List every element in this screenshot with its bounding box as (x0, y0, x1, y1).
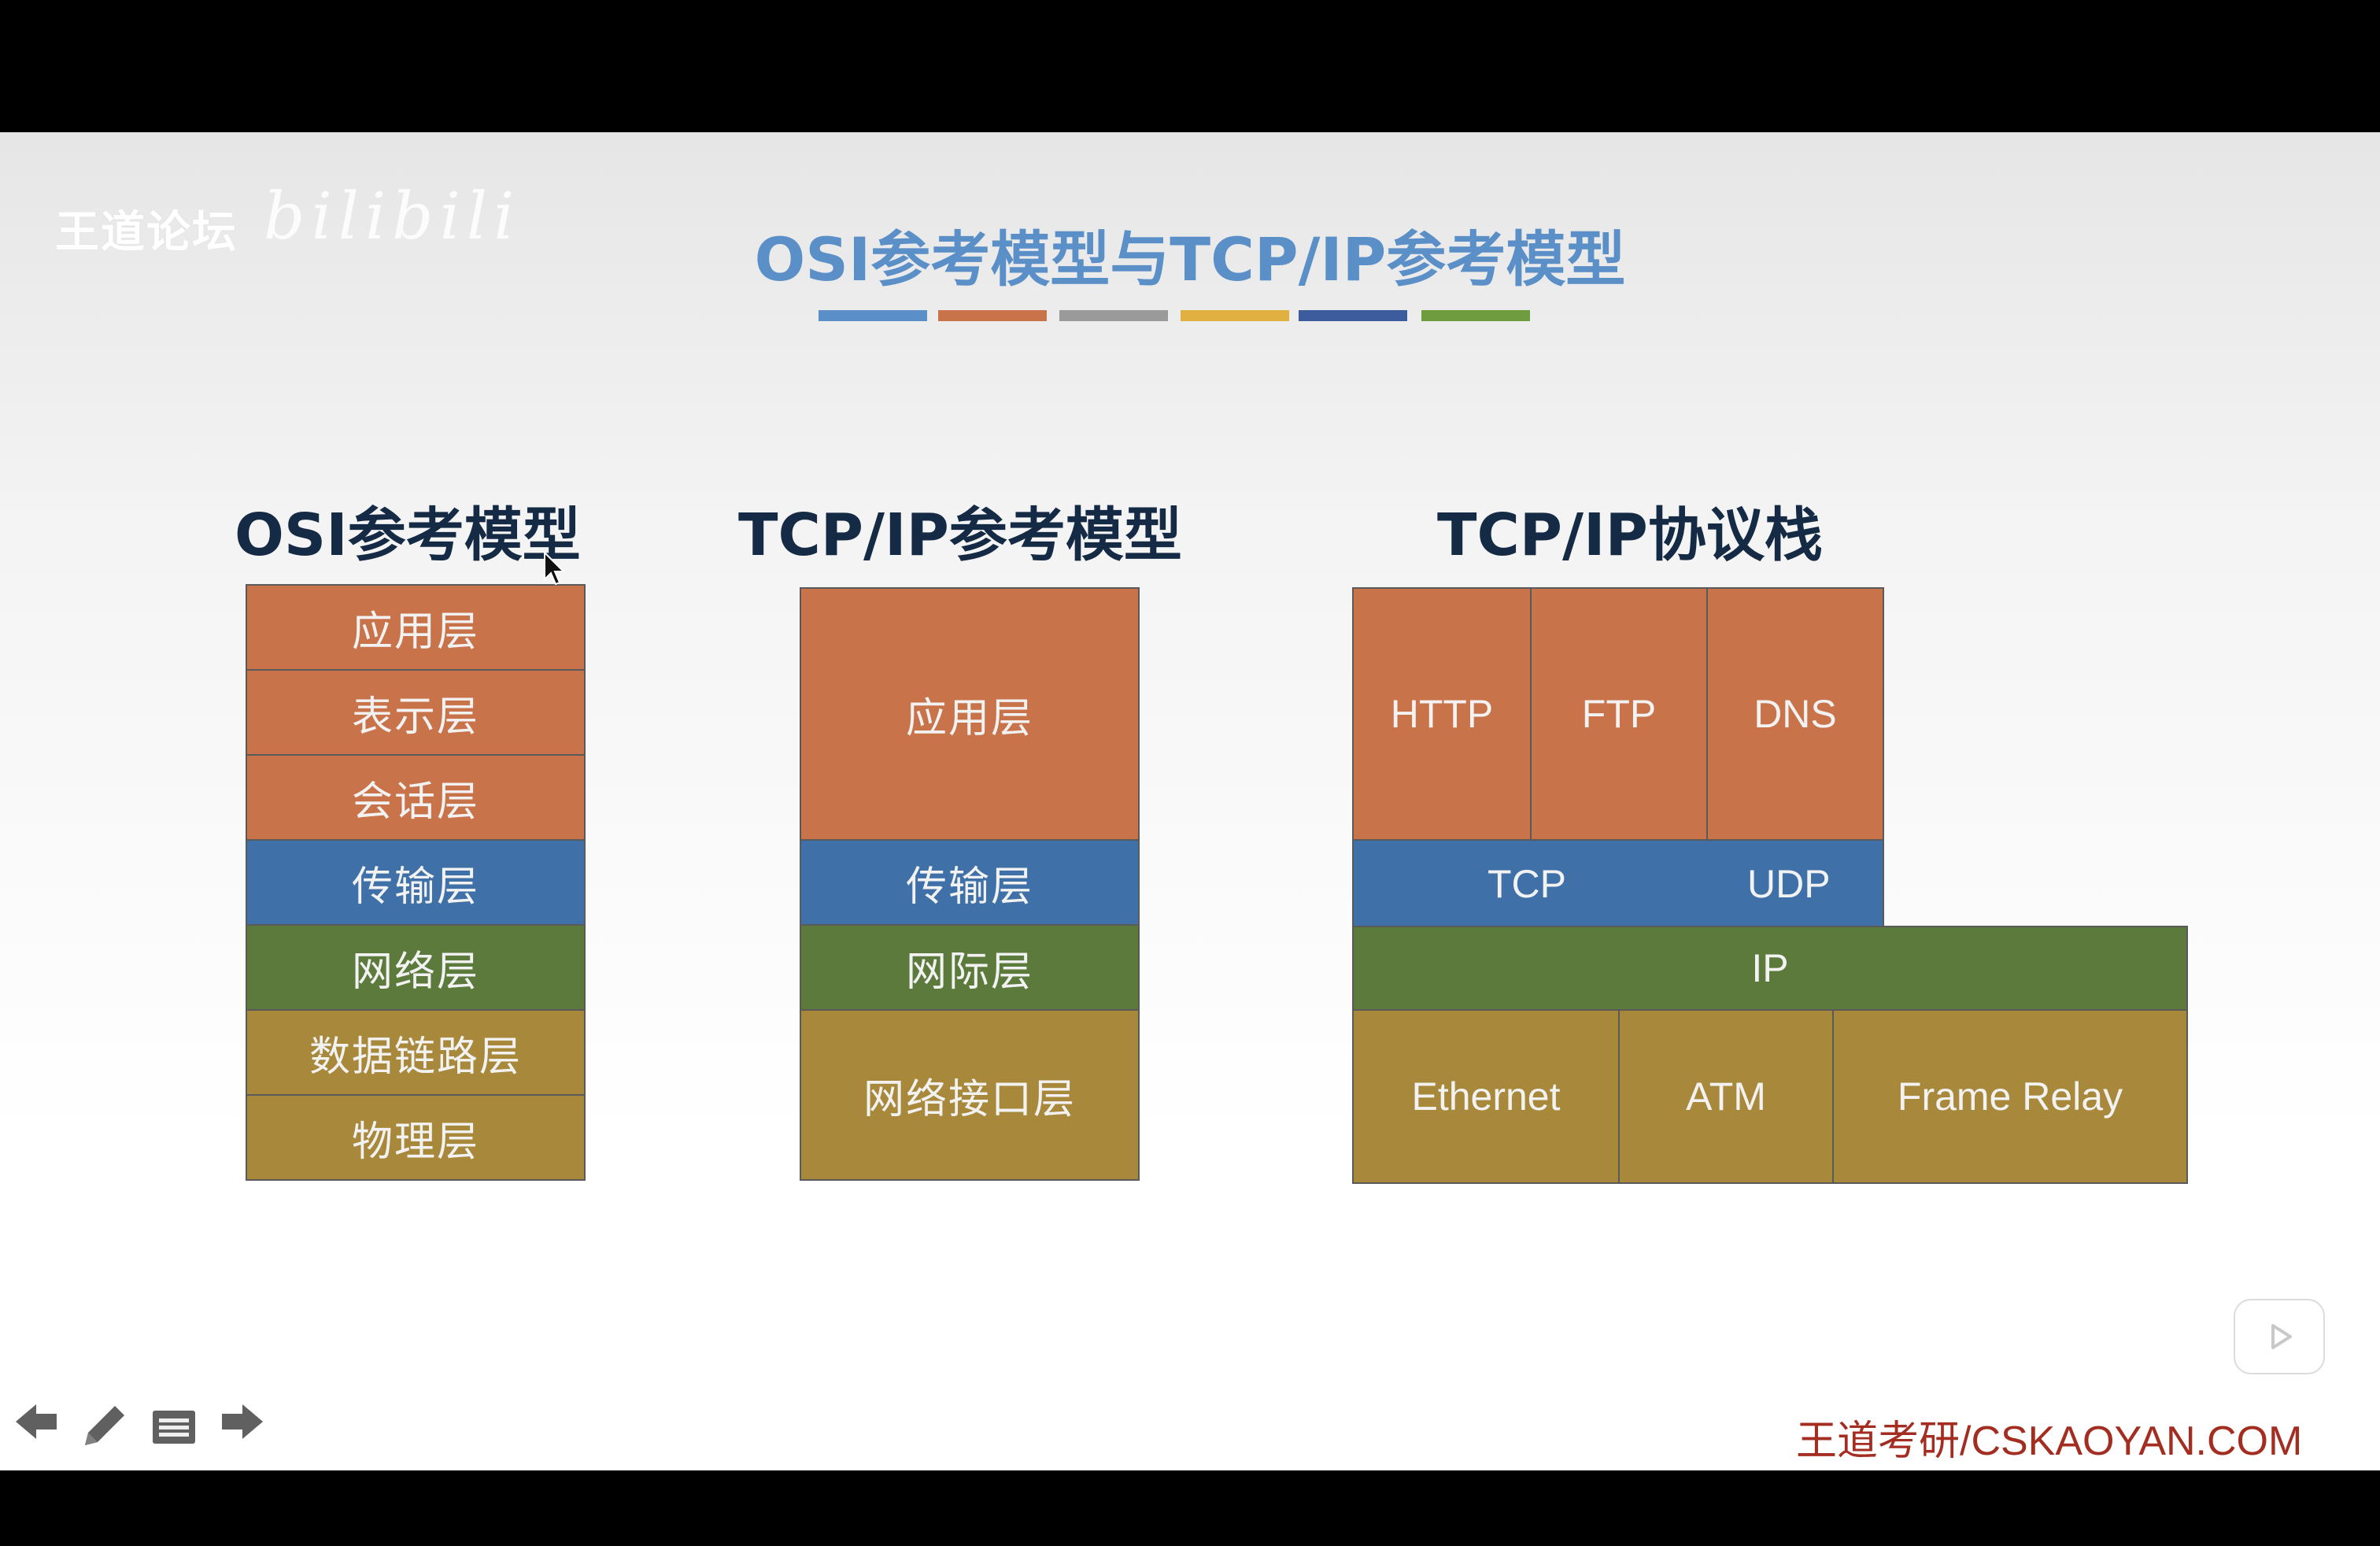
protocol-ip: IP (1352, 926, 2188, 1011)
arrow-right-icon[interactable] (219, 1400, 266, 1444)
slide-title: OSI参考模型与TCP/IP参考模型 (0, 211, 2380, 298)
osi-layer-network: 网络层 (246, 924, 586, 1011)
osi-layer-physical: 物理层 (246, 1094, 586, 1181)
title-bar-4 (1181, 310, 1289, 321)
footer-site: 王道考研/CSKAOYAN.COM (1796, 1418, 2303, 1464)
protocol-dns: DNS (1706, 587, 1884, 841)
slide: 王道论坛 bilibili OSI参考模型与TCP/IP参考模型 OSI参考模型… (0, 132, 2380, 1470)
protocol-ethernet: Ethernet (1352, 1009, 1620, 1184)
tcpip-layer-internet: 网际层 (800, 924, 1140, 1011)
play-button[interactable] (2234, 1299, 2325, 1374)
title-bar-3 (1059, 310, 1168, 321)
osi-heading: OSI参考模型 (235, 501, 581, 569)
protocol-http: HTTP (1352, 587, 1532, 841)
pencil-icon[interactable] (79, 1400, 131, 1452)
osi-layer-presentation: 表示层 (246, 669, 586, 756)
tcpip-model-heading: TCP/IP参考模型 (738, 501, 1182, 569)
title-bar-1 (819, 310, 927, 321)
slide-title-text: OSI参考模型与TCP/IP参考模型 (754, 224, 1626, 294)
protocol-udp: UDP (1747, 862, 1831, 906)
title-bar-2 (938, 310, 1047, 321)
protocol-tcp: TCP (1488, 862, 1566, 906)
protocol-frame-relay: Frame Relay (1832, 1009, 2188, 1184)
tcpip-layer-application: 应用层 (800, 587, 1140, 841)
title-bar-6 (1421, 310, 1530, 321)
title-bar-5 (1299, 310, 1407, 321)
osi-layer-transport: 传输层 (246, 839, 586, 926)
osi-layer-application: 应用层 (246, 584, 586, 671)
tcpip-stack-heading: TCP/IP协议栈 (1437, 501, 1823, 569)
protocol-atm: ATM (1618, 1009, 1834, 1184)
arrow-left-icon[interactable] (13, 1400, 60, 1444)
tcpip-layer-transport: 传输层 (800, 839, 1140, 926)
tcpip-layer-network-interface: 网络接口层 (800, 1009, 1140, 1181)
transport-row: TCP UDP (1352, 839, 1884, 927)
play-icon (2271, 1324, 2292, 1349)
osi-layer-datalink: 数据链路层 (246, 1009, 586, 1096)
protocol-ftp: FTP (1530, 587, 1708, 841)
cursor-icon (544, 551, 566, 586)
menu-icon[interactable] (151, 1409, 197, 1445)
osi-layer-session: 会话层 (246, 754, 586, 841)
